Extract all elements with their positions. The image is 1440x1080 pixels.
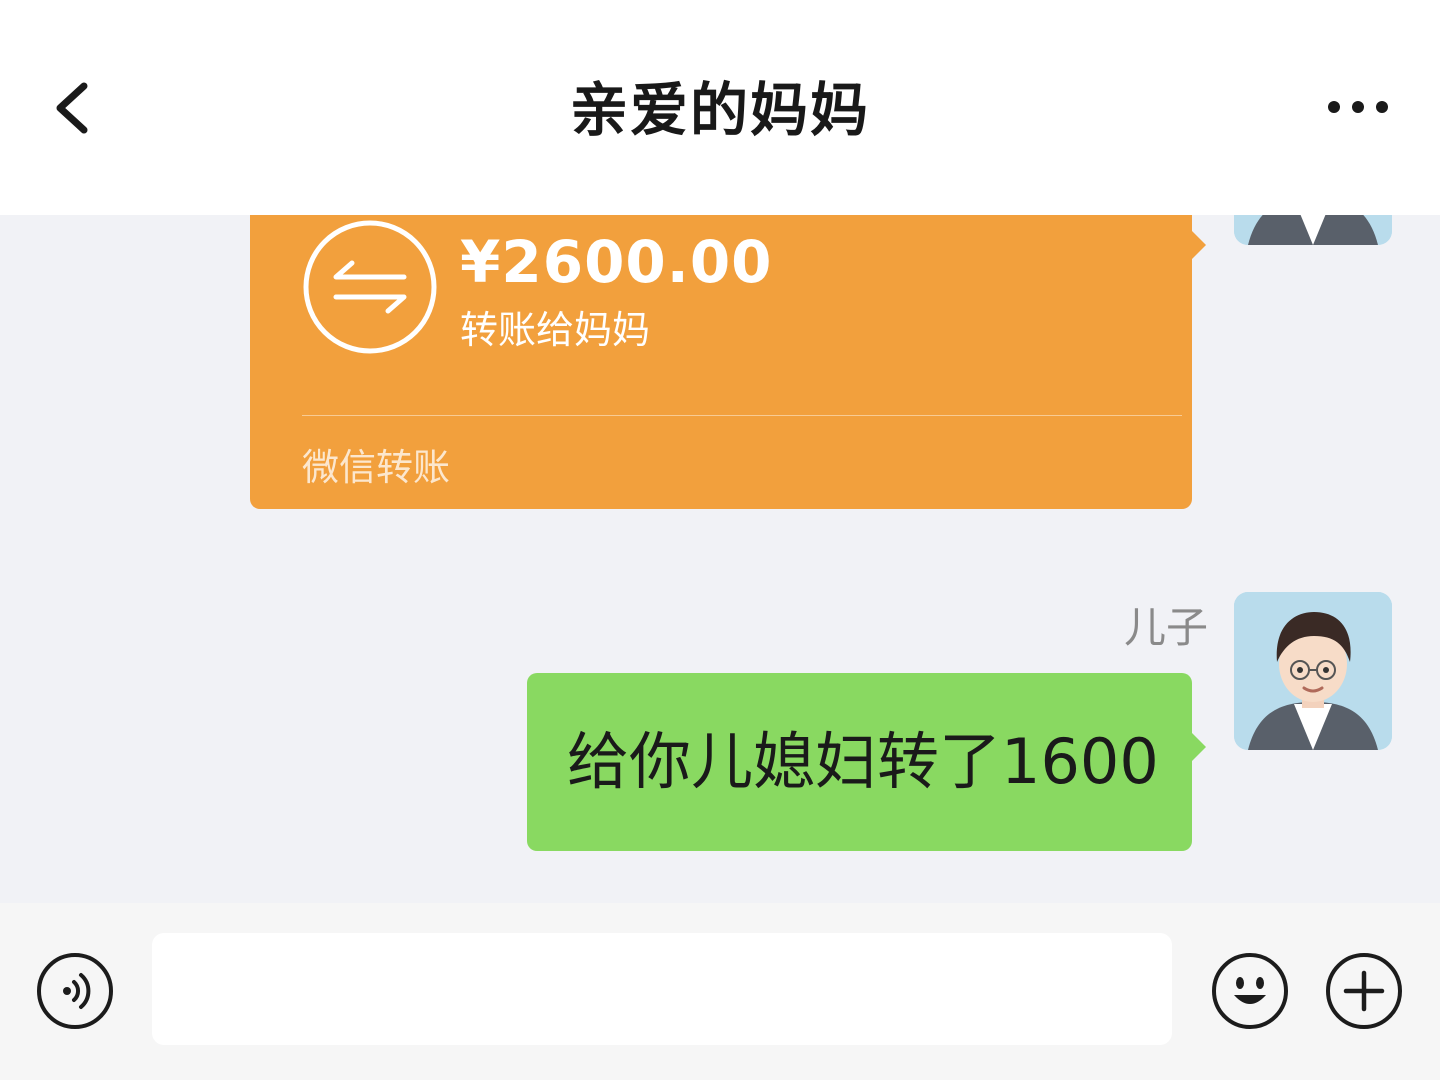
more-button[interactable]: [1320, 85, 1396, 129]
bubble-tail: [1190, 731, 1206, 763]
avatar-image: [1234, 592, 1392, 750]
chat-title: 亲爱的妈妈: [569, 76, 870, 144]
emoji-icon: [1234, 977, 1266, 1004]
plus-button[interactable]: [1326, 953, 1402, 1029]
chat-area[interactable]: ¥2600.00 转账给妈妈 微信转账 儿子 给你儿媳妇转了1600: [0, 215, 1440, 903]
avatar[interactable]: [1234, 215, 1392, 245]
chat-header: 亲爱的妈妈: [0, 0, 1440, 215]
avatar[interactable]: [1234, 592, 1392, 750]
message-text: 给你儿媳妇转了1600: [567, 725, 1159, 798]
transfer-message-card[interactable]: ¥2600.00 转账给妈妈 微信转账: [250, 215, 1206, 509]
emoji-button[interactable]: [1212, 953, 1288, 1029]
bubble-tail: [1190, 229, 1206, 261]
message-input[interactable]: [152, 933, 1172, 1045]
transfer-footer-label: 微信转账: [302, 446, 450, 489]
transfer-note: 转账给妈妈: [460, 308, 651, 352]
voice-icon: [63, 973, 91, 1009]
avatar-image: [1234, 215, 1392, 245]
sender-name: 儿子: [1123, 603, 1208, 652]
more-dots-icon: [1328, 101, 1388, 113]
transfer-amount: ¥2600.00: [460, 228, 773, 296]
text-message-bubble[interactable]: 给你儿媳妇转了1600: [527, 673, 1206, 851]
plus-icon: [1343, 970, 1385, 1012]
input-bar: [0, 903, 1440, 1080]
card-divider: [302, 415, 1182, 416]
transfer-arrows-icon: [303, 220, 437, 354]
voice-button[interactable]: [37, 953, 113, 1029]
